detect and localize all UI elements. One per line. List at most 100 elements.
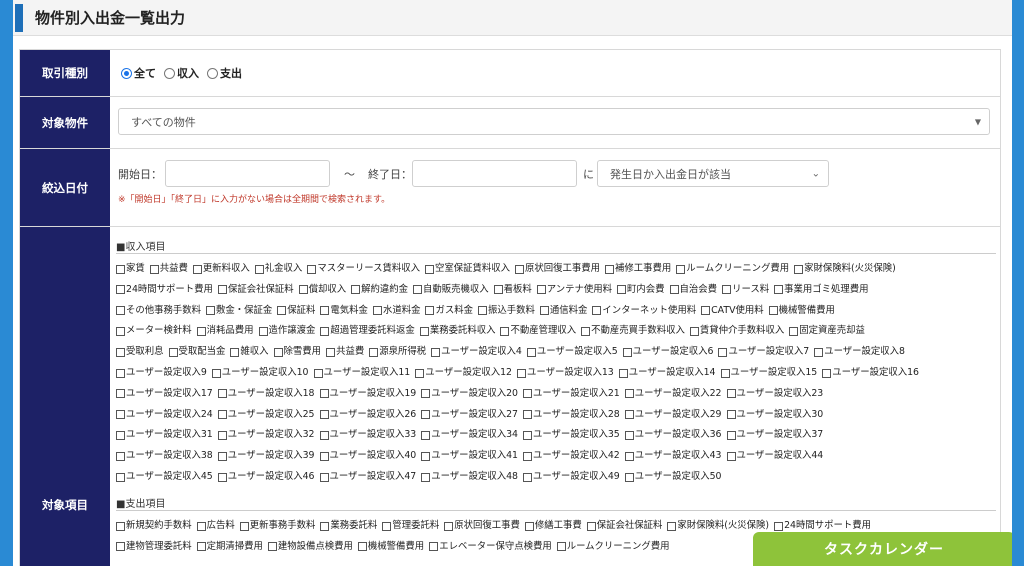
income-checkbox-item[interactable]: マスターリース賃料収入 <box>307 262 420 276</box>
income-checkbox-item[interactable]: リース料 <box>722 283 769 297</box>
income-checkbox[interactable] <box>217 451 227 461</box>
income-checkbox[interactable] <box>789 326 799 336</box>
income-checkbox[interactable] <box>320 306 330 316</box>
income-checkbox-item[interactable]: ユーザー設定収入7 <box>718 345 809 359</box>
income-checkbox[interactable] <box>254 264 264 274</box>
income-checkbox[interactable] <box>581 326 591 336</box>
income-checkbox[interactable] <box>116 347 125 357</box>
radio-expense[interactable]: 支出 <box>207 65 242 81</box>
income-checkbox-item[interactable]: 看板料 <box>493 283 532 297</box>
income-checkbox-item[interactable]: ユーザー設定収入30 <box>726 408 823 422</box>
income-checkbox-item[interactable]: 空室保証賃料収入 <box>424 262 510 276</box>
income-checkbox-item[interactable]: ユーザー設定収入12 <box>415 366 512 380</box>
radio-income[interactable]: 収入 <box>164 65 199 81</box>
income-checkbox-item[interactable]: 家賃 <box>116 262 145 276</box>
expense-checkbox[interactable] <box>586 521 596 531</box>
expense-checkbox[interactable] <box>524 521 534 531</box>
income-checkbox-item[interactable]: ユーザー設定収入17 <box>116 387 213 401</box>
income-checkbox-item[interactable]: 源泉所得税 <box>369 345 426 359</box>
income-checkbox[interactable] <box>116 368 125 378</box>
income-checkbox-item[interactable]: ユーザー設定収入13 <box>517 366 614 380</box>
income-checkbox-item[interactable]: ユーザー設定収入33 <box>319 428 416 442</box>
income-checkbox[interactable] <box>774 285 784 295</box>
income-checkbox[interactable] <box>319 451 329 461</box>
expense-checkbox-item[interactable]: 定期清掃費用 <box>196 540 263 554</box>
income-checkbox[interactable] <box>313 368 323 378</box>
radio-all-dot[interactable] <box>121 67 132 79</box>
income-checkbox-item[interactable]: 補修工事費用 <box>605 262 671 276</box>
income-checkbox[interactable] <box>536 285 546 295</box>
income-checkbox-item[interactable]: ユーザー設定収入45 <box>116 470 213 484</box>
income-checkbox[interactable] <box>768 306 778 316</box>
income-checkbox[interactable] <box>421 389 431 399</box>
income-checkbox[interactable] <box>319 410 329 420</box>
income-checkbox[interactable] <box>424 264 434 274</box>
expense-checkbox-item[interactable]: 保証会社保証料 <box>586 519 662 533</box>
income-checkbox[interactable] <box>618 368 628 378</box>
income-checkbox[interactable] <box>523 389 532 399</box>
income-checkbox-item[interactable]: ユーザー設定収入32 <box>217 428 315 442</box>
date-type-select[interactable]: 発生日か入出金日が該当 ⌄ <box>597 160 829 187</box>
income-checkbox[interactable] <box>277 306 287 316</box>
income-checkbox[interactable] <box>622 347 632 357</box>
income-checkbox[interactable] <box>500 326 510 336</box>
radio-all[interactable]: 全て <box>121 65 156 81</box>
income-checkbox-item[interactable]: 事業用ゴミ処理費用 <box>774 283 868 297</box>
expense-checkbox-item[interactable]: ルームクリーニング費用 <box>556 540 670 554</box>
income-checkbox-item[interactable]: ガス料金 <box>425 304 473 318</box>
income-checkbox-item[interactable]: ユーザー設定収入46 <box>217 470 315 484</box>
expense-checkbox-item[interactable]: 更新事務手数料 <box>239 519 315 533</box>
income-checkbox[interactable] <box>230 347 240 357</box>
expense-checkbox[interactable] <box>556 542 566 552</box>
expense-checkbox[interactable] <box>267 542 277 552</box>
income-checkbox[interactable] <box>116 430 125 440</box>
income-checkbox[interactable] <box>319 389 329 399</box>
income-checkbox[interactable] <box>211 368 221 378</box>
income-checkbox[interactable] <box>149 264 159 274</box>
income-checkbox[interactable] <box>217 389 227 399</box>
income-checkbox[interactable] <box>676 264 686 274</box>
income-checkbox-item[interactable]: ユーザー設定収入15 <box>720 366 817 380</box>
expense-checkbox-item[interactable]: 業務委託料 <box>320 519 377 533</box>
income-checkbox-item[interactable]: CATV使用料 <box>701 304 764 318</box>
income-checkbox[interactable] <box>425 306 435 316</box>
income-checkbox-item[interactable]: ユーザー設定収入25 <box>217 408 315 422</box>
expense-checkbox[interactable] <box>239 521 249 531</box>
income-checkbox[interactable] <box>624 430 634 440</box>
income-checkbox[interactable] <box>116 326 125 336</box>
income-checkbox-item[interactable]: ルームクリーニング費用 <box>676 262 789 276</box>
income-checkbox-item[interactable]: 解約違約金 <box>351 283 408 297</box>
expense-checkbox-item[interactable]: エレベーター保守点検費用 <box>429 540 552 554</box>
income-checkbox-item[interactable]: ユーザー設定収入10 <box>211 366 309 380</box>
income-checkbox[interactable] <box>116 264 125 274</box>
income-checkbox-item[interactable]: ユーザー設定収入22 <box>624 387 722 401</box>
expense-checkbox[interactable] <box>357 542 367 552</box>
income-checkbox[interactable] <box>624 410 634 420</box>
expense-checkbox[interactable] <box>444 521 454 531</box>
expense-checkbox-item[interactable]: 24時間サポート費用 <box>774 519 871 533</box>
income-checkbox[interactable] <box>369 347 379 357</box>
income-checkbox-item[interactable]: メーター検針料 <box>116 324 192 338</box>
income-checkbox-item[interactable]: 自治会費 <box>669 283 717 297</box>
income-checkbox-item[interactable]: ユーザー設定収入21 <box>523 387 620 401</box>
expense-checkbox-item[interactable]: 新規契約手数料 <box>116 519 192 533</box>
income-checkbox[interactable] <box>298 285 308 295</box>
income-checkbox-item[interactable]: インターネット使用料 <box>592 304 696 318</box>
expense-checkbox-item[interactable]: 建物管理委託料 <box>116 540 192 554</box>
income-checkbox-item[interactable]: 原状回復工事費用 <box>515 262 600 276</box>
income-checkbox-item[interactable]: 保証会社保証料 <box>217 283 294 297</box>
radio-income-dot[interactable] <box>164 67 175 79</box>
income-checkbox-item[interactable]: ユーザー設定収入9 <box>116 366 207 380</box>
income-checkbox[interactable] <box>217 410 227 420</box>
income-checkbox[interactable] <box>116 285 125 295</box>
income-checkbox[interactable] <box>319 430 329 440</box>
income-checkbox-item[interactable]: ユーザー設定収入16 <box>822 366 919 380</box>
income-checkbox-item[interactable]: ユーザー設定収入39 <box>217 449 315 463</box>
income-checkbox[interactable] <box>726 410 736 420</box>
income-checkbox-item[interactable]: ユーザー設定収入49 <box>523 470 620 484</box>
income-checkbox[interactable] <box>307 264 317 274</box>
income-checkbox-item[interactable]: 24時間サポート費用 <box>116 283 213 297</box>
income-checkbox-item[interactable]: ユーザー設定収入44 <box>726 449 823 463</box>
income-checkbox-item[interactable]: ユーザー設定収入4 <box>431 345 522 359</box>
income-checkbox[interactable] <box>258 326 268 336</box>
